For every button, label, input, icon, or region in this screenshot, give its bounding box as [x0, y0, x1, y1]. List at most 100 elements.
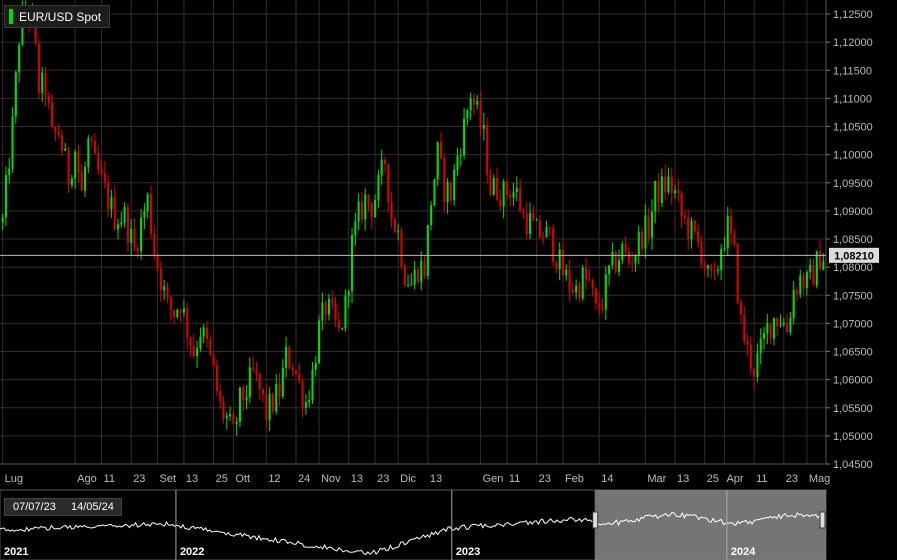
candle-body	[189, 337, 192, 347]
candle-body	[482, 124, 485, 129]
candle-body	[558, 249, 561, 270]
candle-body	[370, 203, 373, 218]
candle-body	[123, 207, 126, 223]
candle-body	[641, 231, 644, 249]
candle-body	[238, 387, 241, 422]
candle-body	[173, 309, 176, 317]
candle-body	[331, 298, 334, 304]
candle-body	[697, 231, 700, 243]
candle-body	[387, 164, 390, 203]
candle-body	[390, 202, 393, 220]
candle-body	[232, 414, 235, 424]
candle-body	[80, 172, 83, 191]
candle-body	[634, 255, 637, 264]
candle-body	[792, 289, 795, 318]
candle-body	[650, 211, 653, 238]
candle-body	[103, 173, 106, 183]
candle-body	[262, 389, 265, 395]
candle-body	[693, 220, 696, 232]
candle-body	[430, 205, 433, 225]
candle-body	[140, 217, 143, 252]
x-tick-label: Set	[160, 473, 177, 485]
candle-body	[627, 251, 630, 264]
candle-body	[212, 354, 215, 366]
candle-body	[407, 285, 410, 287]
candle-body	[753, 368, 756, 377]
candle-body	[4, 174, 7, 218]
candle-body	[621, 243, 624, 261]
candle-body	[542, 237, 545, 239]
candle-body	[416, 269, 419, 283]
navigator-selection[interactable]	[594, 490, 826, 560]
navigator-year-label: 2022	[180, 546, 204, 558]
x-tick-label: 23	[377, 473, 389, 485]
candle-body	[588, 279, 591, 281]
candle-body	[136, 247, 139, 252]
y-tick-label: 1,10000	[833, 150, 873, 162]
navigator-year-label: 2024	[731, 546, 756, 558]
candle-body	[334, 303, 337, 321]
candle-body	[413, 269, 416, 285]
candle-body	[746, 341, 749, 345]
candle-body	[255, 368, 258, 374]
candle-body	[281, 367, 284, 397]
candle-body	[268, 393, 271, 420]
candle-body	[670, 176, 673, 194]
candle-body	[581, 267, 584, 299]
candle-body	[327, 298, 330, 315]
candle-body	[730, 215, 733, 234]
candle-body	[245, 397, 248, 401]
candle-body	[532, 212, 535, 221]
candle-body	[133, 228, 136, 248]
candle-body	[565, 269, 568, 276]
candle-body	[505, 181, 508, 195]
candle-body	[759, 338, 762, 354]
navigator-handle[interactable]	[592, 511, 599, 529]
candle-body	[202, 327, 205, 337]
candle-body	[291, 368, 294, 371]
candle-body	[660, 176, 663, 203]
candle-body	[159, 268, 162, 291]
candle-body	[571, 290, 574, 293]
candle-body	[591, 279, 594, 289]
x-tick-label: 13	[677, 473, 689, 485]
candle-body	[426, 224, 429, 276]
candle-body	[743, 314, 746, 342]
candle-body	[11, 116, 14, 169]
candle-body	[552, 228, 555, 263]
candle-body	[205, 327, 209, 339]
x-tick-label: Ago	[77, 473, 97, 485]
y-tick-label: 1,08000	[833, 262, 873, 274]
candle-body	[472, 98, 476, 105]
price-chart[interactable]: 1,12500 1,12000 1,11500 1,11000 1,10500 1,100…	[0, 0, 897, 560]
navigator-range-box[interactable]: 07/07/23 14/05/24	[4, 498, 122, 516]
candle-body	[535, 219, 538, 221]
y-tick-label: 1,12000	[833, 37, 873, 49]
candle-body	[654, 180, 657, 212]
candle-body	[512, 191, 515, 198]
candle-body	[8, 168, 11, 175]
candle-body	[294, 370, 298, 375]
candle-body	[420, 261, 423, 283]
candle-body	[278, 383, 281, 397]
candle-body	[723, 248, 726, 250]
candle-body	[120, 222, 123, 225]
candle-body	[235, 421, 238, 424]
candle-body	[225, 416, 228, 419]
y-tick-label: 1,06500	[833, 347, 873, 359]
x-tick-label: 23	[786, 473, 798, 485]
y-tick-label: 1,12500	[833, 9, 873, 21]
candle-body	[779, 324, 782, 327]
x-tick-label: 11	[509, 473, 520, 485]
navigator-panel[interactable]: 2021 2022 2023 2024	[0, 489, 827, 560]
candle-body	[110, 196, 113, 210]
candle-body	[766, 323, 769, 334]
candle-body	[341, 327, 344, 329]
candle-body	[311, 369, 314, 400]
candle-body	[795, 289, 799, 295]
candle-body	[337, 320, 340, 329]
navigator-handle[interactable]	[819, 511, 826, 529]
candle-body	[515, 187, 518, 192]
candle-body	[308, 399, 311, 403]
candle-body	[143, 211, 146, 218]
